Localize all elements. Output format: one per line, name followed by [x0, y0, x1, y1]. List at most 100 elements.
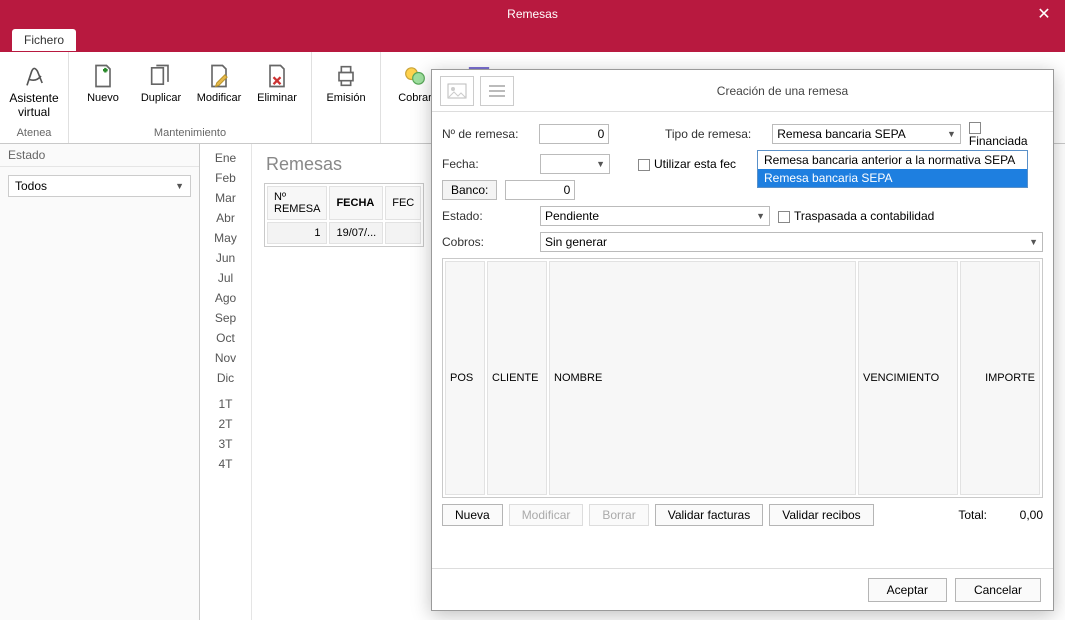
select-estado[interactable]: Pendiente ▼: [540, 206, 770, 226]
lines-grid[interactable]: POS CLIENTE NOMBRE VENCIMIENTO IMPORTE: [442, 258, 1043, 498]
ribbon-group-mantenimiento: Nuevo Duplicar Modificar Eliminar Manten…: [69, 52, 312, 143]
ribbon-label: Emisión: [326, 92, 365, 105]
ribbon-btn-eliminar[interactable]: Eliminar: [249, 56, 305, 109]
label-utilizar: Utilizar esta fec: [654, 157, 736, 171]
ribbon-btn-modificar[interactable]: Modificar: [191, 56, 247, 109]
input-banco[interactable]: [505, 180, 575, 200]
remesas-grid[interactable]: Nº REMESA FECHA FEC 1 19/07/...: [264, 183, 424, 247]
checkbox-financiada[interactable]: Financiada: [969, 120, 1043, 148]
estado-combo[interactable]: Todos ▼: [8, 175, 191, 197]
ribbon-label: Asistente: [9, 91, 58, 105]
document-delete-icon: [261, 60, 293, 92]
dropdown-option-selected[interactable]: Remesa bancaria SEPA: [758, 169, 1027, 187]
dialog-title: Creación de una remesa: [520, 84, 1045, 98]
quarter-3t[interactable]: 3T: [200, 434, 251, 454]
month-jul[interactable]: Jul: [200, 268, 251, 288]
month-may[interactable]: May: [200, 228, 251, 248]
cell-fec: [385, 222, 421, 244]
ribbon-group-emision: Emisión: [312, 52, 381, 143]
button-aceptar[interactable]: Aceptar: [868, 578, 947, 602]
checkbox-traspasada[interactable]: Traspasada a contabilidad: [778, 209, 934, 223]
dialog-tool-list[interactable]: [480, 76, 514, 106]
col-pos[interactable]: POS: [445, 261, 485, 495]
alpha-icon: [18, 60, 50, 92]
checkbox-icon: [778, 211, 790, 223]
month-oct[interactable]: Oct: [200, 328, 251, 348]
select-cobros[interactable]: Sin generar ▼: [540, 232, 1043, 252]
button-banco[interactable]: Banco:: [442, 180, 497, 200]
label-total: Total:: [958, 508, 987, 522]
table-row[interactable]: 1 19/07/...: [267, 222, 421, 244]
quarter-4t[interactable]: 4T: [200, 454, 251, 474]
value-total: 0,00: [993, 508, 1043, 522]
label-tipo: Tipo de remesa:: [665, 127, 764, 141]
checkbox-utilizar-fecha[interactable]: Utilizar esta fec: [638, 157, 736, 171]
col-vencimiento[interactable]: VENCIMIENTO: [858, 261, 958, 495]
printer-icon: [330, 60, 362, 92]
list-icon: [487, 83, 507, 99]
dropdown-tipo-remesa-list[interactable]: Remesa bancaria anterior a la normativa …: [757, 150, 1028, 188]
estado-combo-value: Todos: [15, 179, 47, 193]
ribbon-btn-nuevo[interactable]: Nuevo: [75, 56, 131, 109]
month-jun[interactable]: Jun: [200, 248, 251, 268]
button-cancelar[interactable]: Cancelar: [955, 578, 1041, 602]
col-nombre[interactable]: NOMBRE: [549, 261, 856, 495]
month-abr[interactable]: Abr: [200, 208, 251, 228]
ribbon-group-label: Mantenimiento: [154, 125, 226, 143]
button-validar-recibos[interactable]: Validar recibos: [769, 504, 873, 526]
button-nueva[interactable]: Nueva: [442, 504, 503, 526]
tab-fichero[interactable]: Fichero: [12, 29, 76, 51]
quarter-1t[interactable]: 1T: [200, 394, 251, 414]
label-cobros: Cobros:: [442, 235, 532, 249]
estado-panel: Estado Todos ▼: [0, 144, 200, 620]
button-validar-facturas[interactable]: Validar facturas: [655, 504, 763, 526]
ribbon-tabbar: Fichero: [0, 28, 1065, 52]
month-ene[interactable]: Ene: [200, 148, 251, 168]
ribbon-label: Eliminar: [257, 92, 297, 105]
dropdown-option[interactable]: Remesa bancaria anterior a la normativa …: [758, 151, 1027, 169]
col-importe[interactable]: IMPORTE: [960, 261, 1040, 495]
month-feb[interactable]: Feb: [200, 168, 251, 188]
month-mar[interactable]: Mar: [200, 188, 251, 208]
col-fec[interactable]: FEC: [385, 186, 421, 220]
chevron-down-icon: ▼: [596, 159, 605, 169]
month-ago[interactable]: Ago: [200, 288, 251, 308]
select-estado-value: Pendiente: [545, 209, 599, 223]
document-pencil-icon: [203, 60, 235, 92]
quarter-2t[interactable]: 2T: [200, 414, 251, 434]
label-financiada: Financiada: [969, 134, 1028, 148]
window-titlebar: Remesas ✕: [0, 0, 1065, 28]
ribbon-label: Modificar: [197, 92, 242, 105]
ribbon-group-atenea: Asistentevirtual Atenea: [0, 52, 69, 143]
cell-fecha: 19/07/...: [329, 222, 383, 244]
select-tipo-remesa[interactable]: Remesa bancaria SEPA ▼: [772, 124, 961, 144]
window-title: Remesas: [507, 7, 558, 21]
input-nremesa[interactable]: [539, 124, 609, 144]
select-cobros-value: Sin generar: [545, 235, 607, 249]
input-fecha[interactable]: ▼: [540, 154, 610, 174]
col-fecha[interactable]: FECHA: [329, 186, 383, 220]
estado-header: Estado: [0, 144, 199, 167]
chevron-down-icon: ▼: [947, 129, 956, 139]
ribbon-btn-asistente-virtual[interactable]: Asistentevirtual: [6, 56, 62, 124]
label-nremesa: Nº de remesa:: [442, 127, 531, 141]
document-plus-icon: [87, 60, 119, 92]
col-nremesa[interactable]: Nº REMESA: [267, 186, 327, 220]
window-close-button[interactable]: ✕: [1023, 0, 1065, 28]
button-modificar-line[interactable]: Modificar: [509, 504, 584, 526]
dialog-tool-image[interactable]: [440, 76, 474, 106]
month-nov[interactable]: Nov: [200, 348, 251, 368]
col-cliente[interactable]: CLIENTE: [487, 261, 547, 495]
label-traspasada: Traspasada a contabilidad: [794, 209, 934, 223]
month-sep[interactable]: Sep: [200, 308, 251, 328]
month-dic[interactable]: Dic: [200, 368, 251, 388]
checkbox-icon: [969, 122, 981, 134]
coins-icon: [399, 60, 431, 92]
label-estado: Estado:: [442, 209, 532, 223]
button-borrar-line[interactable]: Borrar: [589, 504, 648, 526]
document-copy-icon: [145, 60, 177, 92]
ribbon-btn-duplicar[interactable]: Duplicar: [133, 56, 189, 109]
image-icon: [447, 83, 467, 99]
ribbon-btn-emision[interactable]: Emisión: [318, 56, 374, 109]
ribbon-label: virtual: [18, 105, 50, 119]
